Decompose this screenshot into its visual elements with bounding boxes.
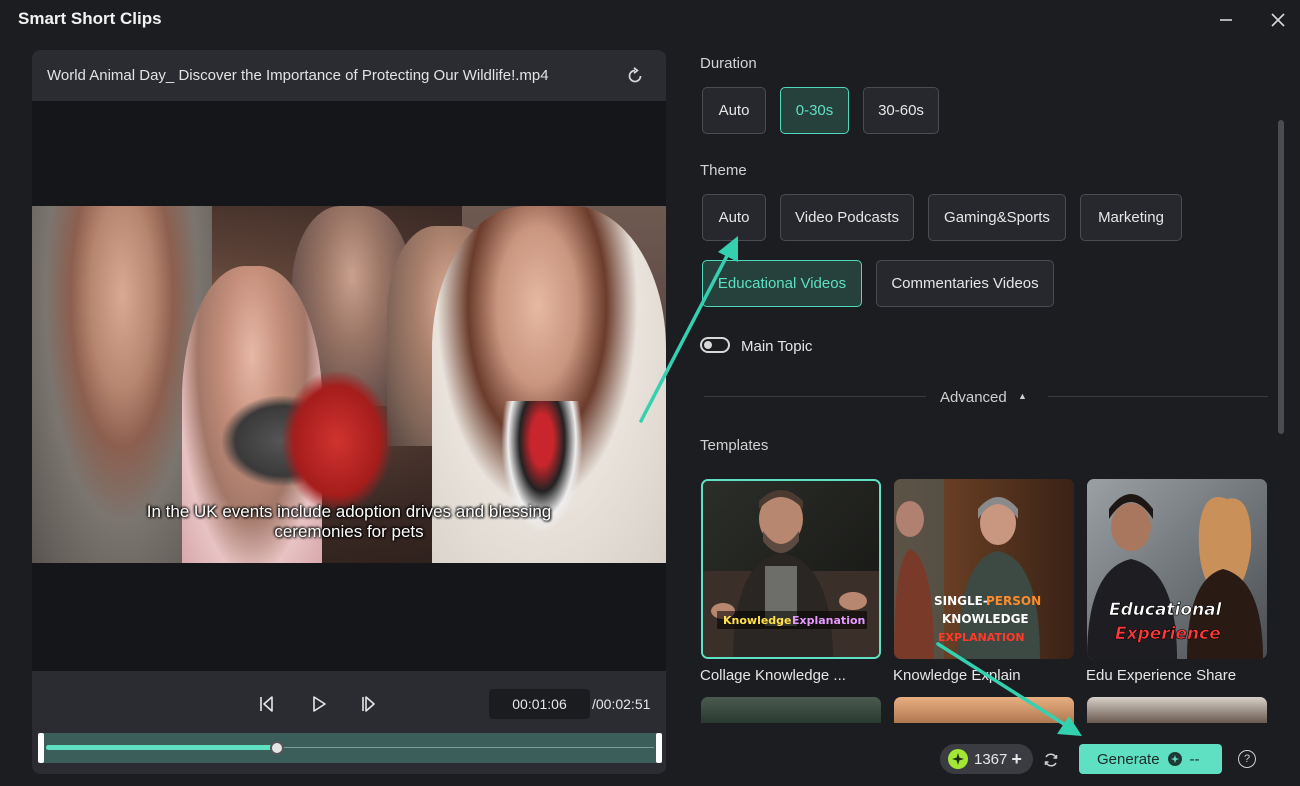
add-credits-icon[interactable]: + <box>1011 749 1022 770</box>
step-back-icon <box>260 696 273 712</box>
file-bar: World Animal Day_ Discover the Importanc… <box>32 50 666 101</box>
credits-icon <box>948 749 968 769</box>
subtitle-line: ceremonies for pets <box>274 522 424 541</box>
play-icon <box>313 696 326 712</box>
refresh-icon <box>628 67 642 83</box>
main-topic-toggle[interactable] <box>700 337 730 353</box>
template-name: Collage Knowledge ... <box>700 667 846 684</box>
template-card-knowledge-explain[interactable]: SINGLE- PERSON KNOWLEDGE EXPLANATION <box>894 479 1074 659</box>
template-thumbnail: Knowledge Explanation <box>703 481 879 657</box>
reset-button[interactable] <box>622 63 648 89</box>
previous-frame-button[interactable] <box>253 691 279 717</box>
subtitle-line: In the UK events include adoption drives… <box>146 502 552 521</box>
duration-option-auto[interactable]: Auto <box>702 87 766 134</box>
total-time: /00:02:51 <box>592 696 651 712</box>
file-name: World Animal Day_ Discover the Importanc… <box>47 67 549 84</box>
title-bar: Smart Short Clips <box>0 0 1300 40</box>
template-name: Edu Experience Share <box>1086 667 1237 684</box>
template-thumbnail: Educational Experience <box>1087 479 1267 659</box>
trim-timeline[interactable] <box>38 733 662 763</box>
next-frame-button[interactable] <box>356 691 382 717</box>
step-forward-icon <box>362 696 375 712</box>
template-overlay-text: PERSON <box>986 594 1041 608</box>
generate-button[interactable]: Generate -- <box>1079 744 1222 774</box>
theme-option-video-podcasts[interactable]: Video Podcasts <box>780 194 914 241</box>
playhead-thumb[interactable] <box>270 741 285 755</box>
trim-start-handle[interactable] <box>38 733 44 763</box>
template-overlay-text: Knowledge <box>723 614 792 627</box>
window-title: Smart Short Clips <box>18 9 162 28</box>
credits-value: 1367 <box>974 750 1008 768</box>
credit-cost-icon <box>1167 752 1182 766</box>
video-subtitle: In the UK events include adoption drives… <box>32 502 666 542</box>
settings-scrollbar[interactable] <box>1278 120 1284 434</box>
played-progress <box>46 745 278 750</box>
credits-badge[interactable]: 1367 + <box>940 744 1033 774</box>
play-button[interactable] <box>306 691 332 717</box>
video-ribbon <box>282 371 392 511</box>
template-card-partial[interactable] <box>894 697 1074 723</box>
template-card-edu-experience-share[interactable]: Educational Experience <box>1087 479 1267 659</box>
refresh-credits-button[interactable] <box>1041 750 1061 770</box>
generate-cost: -- <box>1189 750 1200 768</box>
current-time[interactable]: 00:01:06 <box>489 689 590 719</box>
template-overlay-text: KNOWLEDGE <box>942 612 1029 626</box>
theme-option-marketing[interactable]: Marketing <box>1080 194 1182 241</box>
divider <box>704 396 926 397</box>
theme-option-educational-videos[interactable]: Educational Videos <box>702 260 862 307</box>
theme-label: Theme <box>700 162 747 179</box>
template-overlay-text: Explanation <box>792 614 865 627</box>
close-icon <box>1271 13 1285 27</box>
divider <box>1048 396 1268 397</box>
playback-controls: 00:01:06 /00:02:51 <box>32 671 666 774</box>
minimize-icon <box>1220 19 1232 21</box>
template-overlay-text: Experience <box>1115 624 1221 644</box>
close-button[interactable] <box>1264 6 1292 34</box>
minimize-button[interactable] <box>1212 6 1240 34</box>
theme-option-commentaries-videos[interactable]: Commentaries Videos <box>876 260 1054 307</box>
duration-option-0-30s[interactable]: 0-30s <box>780 87 849 134</box>
caret-up-icon[interactable]: ▲ <box>1018 391 1027 401</box>
template-overlay-text: EXPLANATION <box>938 631 1025 644</box>
remaining-progress <box>277 747 654 748</box>
help-button[interactable]: ? <box>1238 750 1256 768</box>
sparkle-icon <box>1170 755 1179 763</box>
main-topic-label: Main Topic <box>741 338 813 355</box>
template-thumbnail: SINGLE- PERSON KNOWLEDGE EXPLANATION <box>894 479 1074 659</box>
duration-label: Duration <box>700 55 757 72</box>
template-card-partial[interactable] <box>701 697 881 723</box>
template-name: Knowledge Explain <box>893 667 1021 684</box>
sync-icon <box>1044 753 1058 767</box>
theme-option-auto[interactable]: Auto <box>702 194 766 241</box>
generate-label: Generate <box>1097 750 1160 768</box>
sparkle-icon <box>952 753 964 765</box>
template-card-partial[interactable] <box>1087 697 1267 723</box>
duration-option-30-60s[interactable]: 30-60s <box>863 87 939 134</box>
template-card-collage-knowledge[interactable]: Knowledge Explanation <box>701 479 881 659</box>
video-frame[interactable]: In the UK events include adoption drives… <box>32 206 666 563</box>
trim-end-handle[interactable] <box>656 733 662 763</box>
template-overlay-text: SINGLE- <box>934 594 988 608</box>
template-overlay-text: Educational <box>1109 600 1223 620</box>
templates-label: Templates <box>700 437 769 454</box>
video-preview-panel: World Animal Day_ Discover the Importanc… <box>32 50 666 774</box>
theme-option-gaming-sports[interactable]: Gaming&Sports <box>928 194 1066 241</box>
settings-panel: Duration Auto 0-30s 30-60s Theme Auto Vi… <box>700 50 1290 730</box>
advanced-toggle[interactable]: Advanced <box>940 389 1007 406</box>
